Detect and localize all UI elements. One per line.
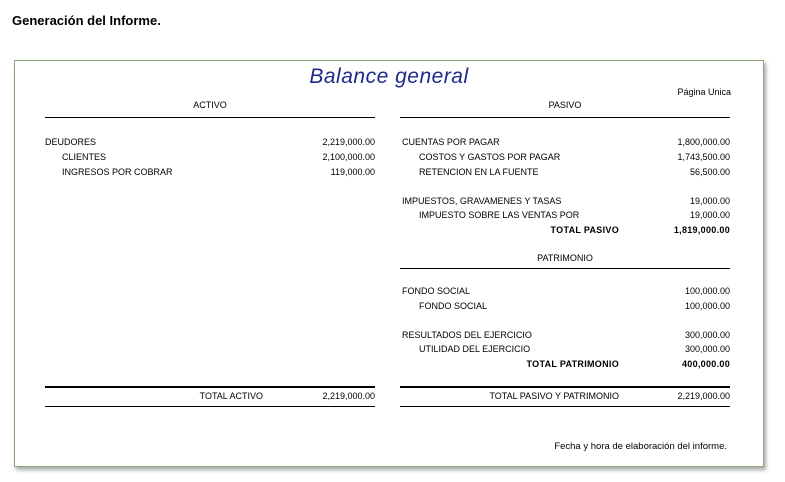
activo-total-rule [45, 386, 375, 388]
report-title: Balance general [309, 65, 469, 88]
patrimonio-row-label: FONDO SOCIAL [419, 301, 488, 311]
pasivo-header: PASIVO [548, 100, 582, 110]
patrimonio-row-amount: 100,000.00 [684, 301, 730, 311]
patrimonio-row-amount: 300,000.00 [684, 344, 730, 354]
patrimonio-header: PATRIMONIO [537, 253, 593, 263]
pasivo-row-amount: 56,500.00 [689, 167, 730, 177]
total-activo-amount: 2,219,000.00 [322, 391, 375, 401]
pasivo-row-label: RETENCION EN LA FUENTE [419, 167, 539, 177]
page-label: Página Unica [677, 87, 731, 97]
pasivo-row-amount: 19,000.00 [689, 196, 730, 206]
page-heading: Generación del Informe. [12, 13, 161, 28]
patrimonio-row-label: RESULTADOS DEL EJERCICIO [402, 330, 532, 340]
activo-row-label: DEUDORES [45, 137, 97, 147]
pasivo-row-label: CUENTAS POR PAGAR [402, 137, 500, 147]
pasivo-total-rule [400, 386, 730, 388]
pasivo-row-label: IMPUESTO SOBRE LAS VENTAS POR [419, 210, 580, 220]
patrimonio-row-amount: 300,000.00 [684, 330, 730, 340]
total-pasivo-amount: 1,819,000.00 [673, 225, 730, 235]
total-activo-label: TOTAL ACTIVO [199, 391, 263, 401]
activo-header: ACTIVO [193, 100, 227, 110]
activo-row-amount: 2,219,000.00 [322, 137, 375, 147]
activo-header-rule [45, 117, 375, 118]
patrimonio-row-amount: 100,000.00 [684, 286, 730, 296]
pasivo-row-amount: 19,000.00 [689, 210, 730, 220]
total-patrimonio-label: TOTAL PATRIMONIO [526, 359, 619, 369]
patrimonio-header-rule [400, 268, 730, 269]
pasivo-row-label: IMPUESTOS, GRAVAMENES Y TASAS [402, 196, 562, 206]
pasivo-header-rule [400, 117, 730, 118]
pasivo-bottom-rule [400, 406, 730, 407]
total-patrimonio-amount: 400,000.00 [681, 359, 730, 369]
activo-row-amount: 2,100,000.00 [322, 152, 375, 162]
total-pasivo-patrimonio-amount: 2,219,000.00 [677, 391, 730, 401]
activo-row-label: CLIENTES [62, 152, 107, 162]
activo-row-amount: 119,000.00 [330, 167, 375, 177]
activo-row-label: INGRESOS POR COBRAR [62, 167, 173, 177]
patrimonio-row-label: FONDO SOCIAL [402, 286, 471, 296]
balance-sheet-report: Balance general Página Unica ACTIVO DEUD… [14, 60, 764, 467]
patrimonio-row-label: UTILIDAD DEL EJERCICIO [419, 344, 531, 354]
total-pasivo-label: TOTAL PASIVO [550, 225, 619, 235]
pasivo-row-amount: 1,743,500.00 [677, 152, 730, 162]
total-pasivo-patrimonio-label: TOTAL PASIVO Y PATRIMONIO [489, 391, 619, 401]
pasivo-row-label: COSTOS Y GASTOS POR PAGAR [419, 152, 561, 162]
activo-bottom-rule [45, 406, 375, 407]
pasivo-row-amount: 1,800,000.00 [677, 137, 730, 147]
report-footer: Fecha y hora de elaboración del informe. [554, 441, 727, 452]
